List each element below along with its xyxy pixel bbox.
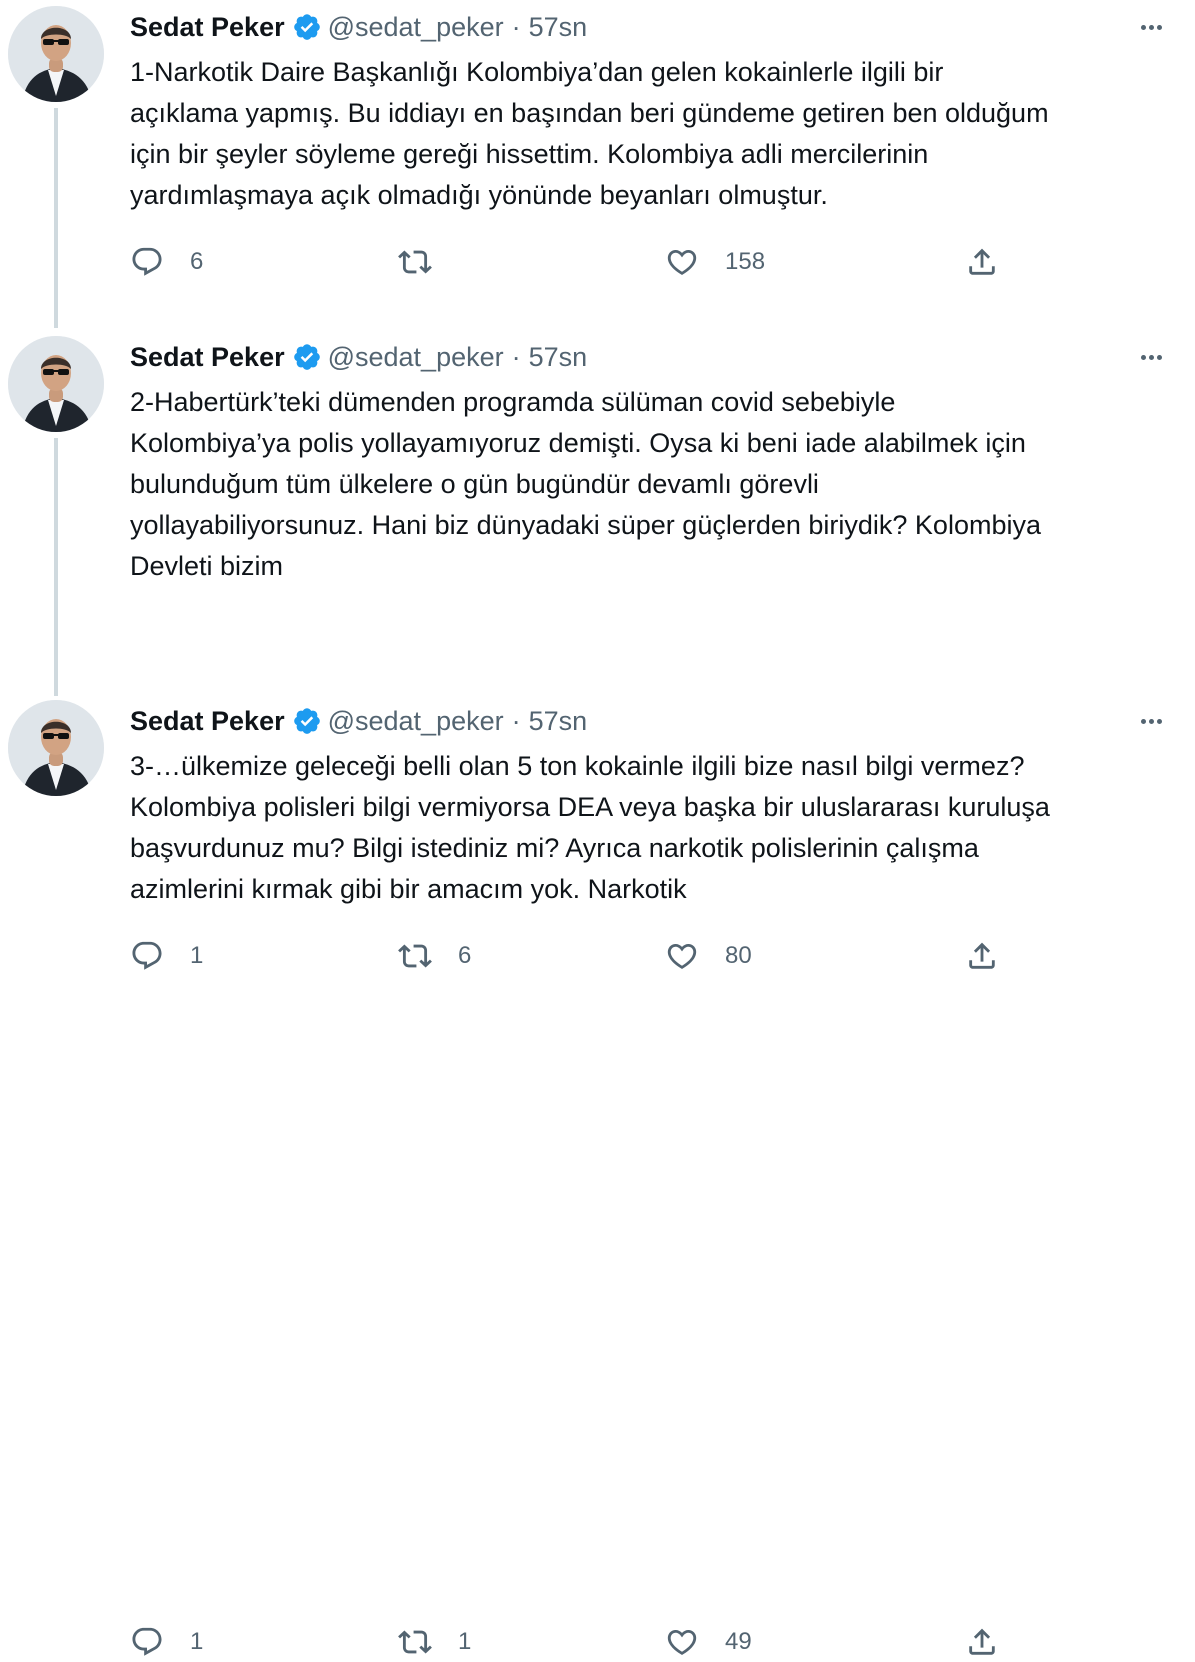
reply-button[interactable]: 6 [130,242,203,282]
retweet-icon [398,1630,432,1654]
retweet-button[interactable] [398,242,458,282]
display-name[interactable]: Sedat Peker [130,342,285,373]
tweet-text: 2-Habertürk’teki dümenden programda sülü… [130,387,1041,581]
retweet-button[interactable]: 6 [398,936,471,976]
tweet-actions: 1 1 49 [130,1622,1010,1662]
heart-icon [667,1629,697,1655]
reply-icon [132,941,162,970]
verified-badge-icon [292,12,322,42]
share-icon [969,942,995,969]
tweet-text: 3-…ülkemize geleceği belli olan 5 ton ko… [130,751,1050,904]
heart-icon [667,249,697,275]
thread-connector-line [54,108,58,328]
share-button[interactable] [965,1622,999,1662]
tweet-text: 1-Narkotik Daire Başkanlığı Kolombiya’da… [130,57,1049,210]
separator-dot: · [511,11,521,42]
verified-badge-icon [292,342,322,372]
avatar[interactable] [8,336,104,432]
like-button[interactable]: 80 [665,936,752,976]
thread-connector-line [54,438,58,696]
retweet-count: 6 [458,942,472,969]
tweet-header: Sedat Peker @sedat_peker · 57sn [130,704,587,738]
share-icon [969,1628,995,1655]
avatar[interactable] [8,6,104,102]
tweet-header: Sedat Peker @sedat_peker · 57sn [130,10,587,44]
timestamp[interactable]: 57sn [529,706,588,737]
heart-icon [667,943,697,969]
reply-count: 6 [190,248,204,275]
like-count: 158 [725,248,766,275]
reply-button[interactable]: 1 [130,936,203,976]
reply-button[interactable]: 1 [130,1622,203,1662]
retweet-icon [398,944,432,968]
tweet-actions: 6 158 [130,242,1010,282]
reply-icon [132,1627,162,1656]
share-icon [969,248,995,275]
like-button[interactable]: 158 [665,242,765,282]
more-options-icon[interactable] [1135,344,1167,370]
avatar[interactable] [8,700,104,796]
timestamp[interactable]: 57sn [529,12,588,43]
retweet-icon [398,250,432,274]
like-button[interactable]: 49 [665,1622,752,1662]
reply-count: 1 [190,1628,204,1655]
display-name[interactable]: Sedat Peker [130,12,285,43]
display-name[interactable]: Sedat Peker [130,706,285,737]
separator-dot: · [511,705,521,736]
verified-badge-icon [292,706,322,736]
reply-icon [132,247,162,276]
tweet-header: Sedat Peker @sedat_peker · 57sn [130,340,587,374]
tweet-actions: 1 6 80 [130,936,1010,976]
separator-dot: · [511,341,521,372]
share-button[interactable] [965,936,999,976]
reply-count: 1 [190,942,204,969]
handle[interactable]: @sedat_peker [328,706,504,737]
handle[interactable]: @sedat_peker [328,12,504,43]
like-count: 80 [725,942,752,969]
timestamp[interactable]: 57sn [529,342,588,373]
share-button[interactable] [965,242,999,282]
handle[interactable]: @sedat_peker [328,342,504,373]
like-count: 49 [725,1628,752,1655]
more-options-icon[interactable] [1135,14,1167,40]
more-options-icon[interactable] [1135,708,1167,734]
retweet-count: 1 [458,1628,472,1655]
retweet-button[interactable]: 1 [398,1622,471,1662]
